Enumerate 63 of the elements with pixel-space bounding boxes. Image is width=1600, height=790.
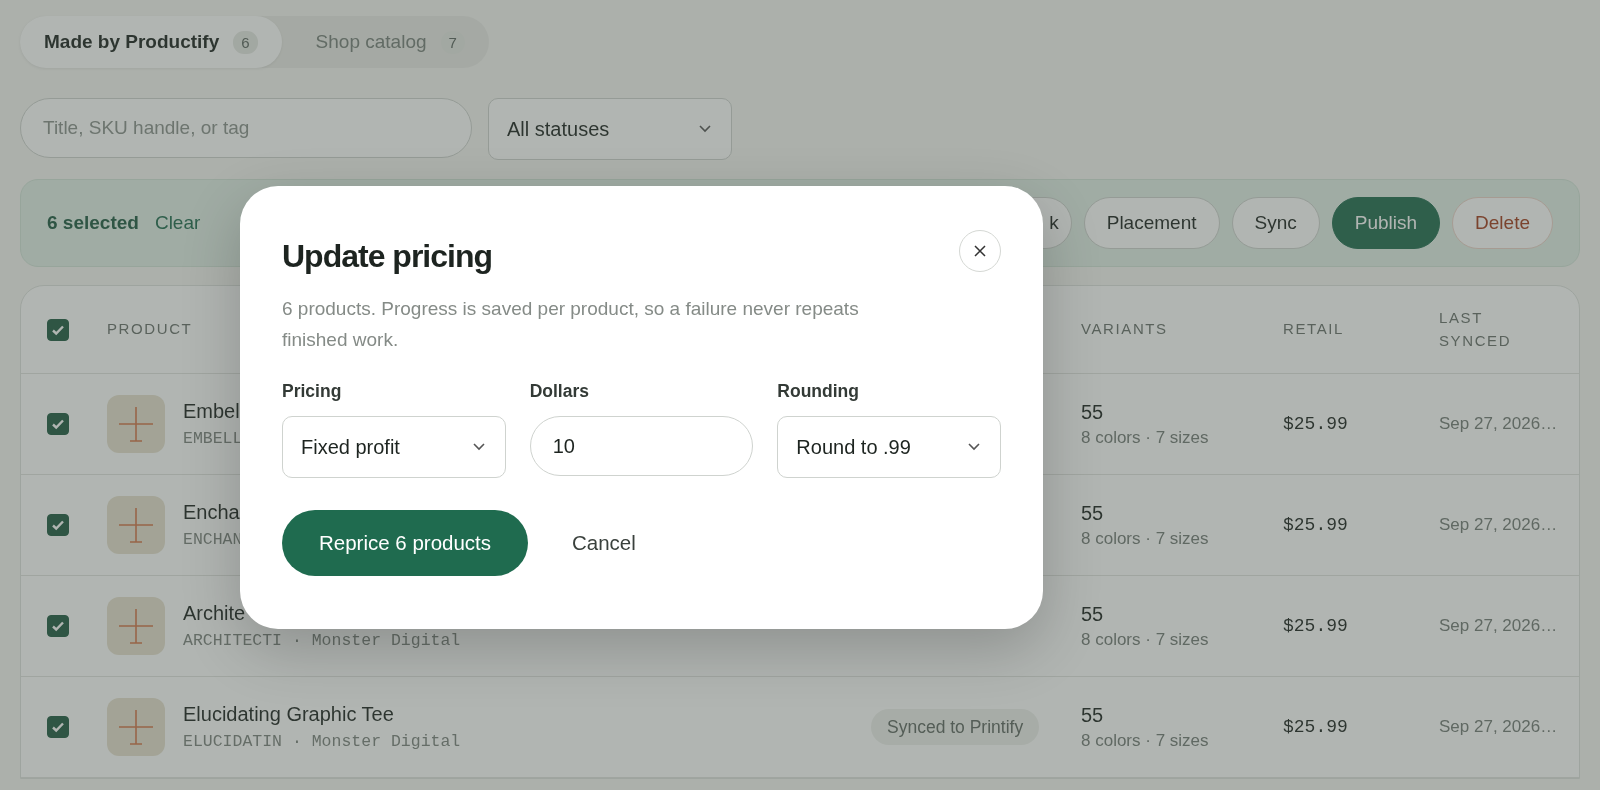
variant-detail: 8 colors · 7 sizes — [1081, 629, 1210, 650]
clear-link[interactable]: Clear — [154, 212, 201, 234]
selected-count: 6 selected — [47, 212, 139, 234]
variant-detail: 8 colors · 7 sizes — [1081, 730, 1210, 751]
product-thumbnail — [107, 597, 165, 655]
input-field[interactable]: 10 — [529, 416, 754, 476]
product-sku: EMBELL — [183, 429, 243, 448]
reprice-button[interactable]: Reprice 6 products — [282, 510, 528, 576]
dialog-title: Update pricing — [282, 238, 492, 275]
row-checkbox[interactable] — [47, 716, 69, 738]
product-title: Encha — [183, 501, 241, 524]
chevron-down-icon — [968, 443, 980, 451]
product-thumbnail — [107, 496, 165, 554]
column-header: RETAIL — [1283, 319, 1345, 340]
chevron-down-icon — [472, 443, 485, 451]
close-icon — [973, 244, 987, 258]
retail-price: $25.99 — [1283, 717, 1349, 737]
variant-detail: 8 colors · 7 sizes — [1081, 427, 1210, 448]
field-label: Rounding — [777, 381, 860, 402]
product-sku: ENCHAN — [183, 530, 243, 549]
field-label: Pricing — [282, 381, 343, 402]
select-all-checkbox[interactable] — [47, 318, 69, 341]
tab-count: 6 — [233, 30, 258, 54]
row-checkbox[interactable] — [47, 514, 69, 536]
column-header: PRODUCT — [107, 319, 194, 340]
product-sku: ARCHITECTI · Monster Digital — [183, 631, 461, 650]
status-select[interactable]: All statuses — [488, 98, 732, 160]
product-title: Elucidating Graphic Tee — [183, 703, 395, 726]
variant-count: 55 — [1081, 703, 1105, 727]
close-button[interactable] — [959, 230, 1001, 272]
field-label: Dollars — [529, 381, 590, 402]
retail-price: $25.99 — [1283, 414, 1349, 434]
column-header: LAST SYNCED — [1439, 308, 1513, 351]
last-synced-date: Sep 27, 2026… — [1439, 515, 1559, 535]
bulk-action-button[interactable]: Delete — [1452, 197, 1553, 249]
cancel-button[interactable]: Cancel — [572, 531, 636, 555]
select-field[interactable]: Fixed profit — [282, 416, 506, 478]
variant-count: 55 — [1081, 400, 1105, 424]
product-title: Embel — [183, 400, 241, 423]
column-header: VARIANTS — [1081, 319, 1169, 340]
bulk-action-button[interactable]: Publish — [1331, 197, 1441, 249]
last-synced-date: Sep 27, 2026… — [1439, 616, 1559, 636]
product-thumbnail — [107, 698, 165, 756]
variant-count: 55 — [1081, 501, 1105, 525]
chevron-down-icon — [699, 125, 711, 133]
retail-price: $25.99 — [1283, 616, 1349, 636]
bulk-action-button[interactable]: Placement — [1083, 197, 1220, 249]
last-synced-date: Sep 27, 2026… — [1439, 414, 1559, 434]
search-field[interactable]: Title, SKU handle, or tag — [20, 98, 472, 158]
row-checkbox[interactable] — [47, 615, 69, 637]
bulk-action-button[interactable]: Sync — [1231, 197, 1320, 249]
variant-detail: 8 colors · 7 sizes — [1081, 528, 1210, 549]
row-checkbox[interactable] — [47, 413, 69, 435]
dialog-description: 6 products. Progress is saved per product, so a failure never repeats finished work. — [282, 297, 860, 352]
last-synced-date: Sep 27, 2026… — [1439, 717, 1559, 737]
tab[interactable]: Made by Productify 6 — [20, 16, 282, 68]
status-badge: Synced to Printify — [871, 708, 1040, 745]
variant-count: 55 — [1081, 602, 1105, 626]
product-sku: ELUCIDATIN · Monster Digital — [183, 732, 461, 751]
product-title: Archite — [183, 602, 247, 625]
select-field[interactable]: Round to .99 — [777, 416, 1001, 478]
retail-price: $25.99 — [1283, 515, 1349, 535]
product-thumbnail — [107, 395, 165, 453]
